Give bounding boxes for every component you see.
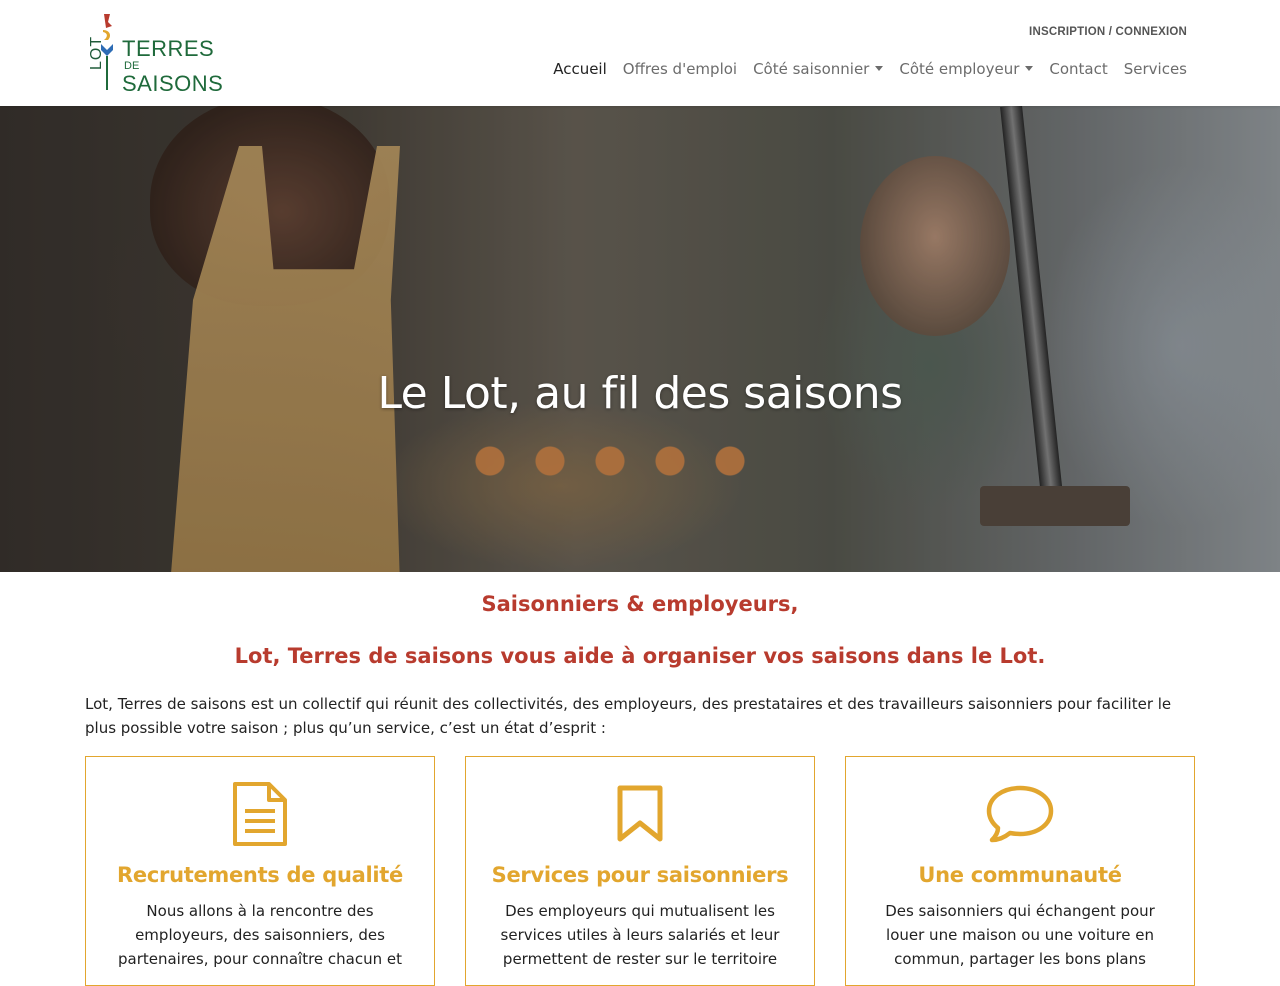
nav-item-contact[interactable]: Contact (1041, 58, 1115, 80)
hero-banner: Le Lot, au fil des saisons (0, 106, 1280, 572)
feature-card-communaute: Une communauté Des saisonniers qui échan… (845, 756, 1195, 986)
nav-item-label: Accueil (553, 60, 607, 78)
main-nav: Accueil Offres d'emploi Côté saisonnier … (545, 58, 1187, 80)
nav-item-services[interactable]: Services (1116, 58, 1187, 80)
nav-item-accueil[interactable]: Accueil (545, 58, 615, 80)
card-text: Nous allons à la rencontre des employeur… (117, 902, 402, 968)
site-header: LOT TERRES DE SAISONS INSCRIPTION / CONN… (0, 0, 1280, 106)
speech-bubble-icon (846, 779, 1194, 849)
login-register-link[interactable]: INSCRIPTION / CONNEXION (1029, 26, 1187, 38)
logo-wordmark: TERRES DE SAISONS (122, 38, 223, 95)
nav-item-label: Services (1123, 60, 1187, 78)
card-text: Des employeurs qui mutualisent les servi… (500, 902, 780, 968)
feature-card-recrutements: Recrutements de qualité Nous allons à la… (85, 756, 435, 986)
nav-item-label: Offres d'emploi (622, 60, 738, 78)
intro-heading-1: Saisonniers & employeurs, (481, 592, 799, 616)
card-title: Une communauté (918, 863, 1122, 887)
feature-card-services: Services pour saisonniers Des employeurs… (465, 756, 815, 986)
nav-item-cote-employeur[interactable]: Côté employeur (891, 58, 1041, 80)
hero-title: Le Lot, au fil des saisons (377, 368, 903, 419)
nav-item-label: Côté employeur (899, 60, 1020, 78)
bookmark-icon (466, 779, 814, 849)
nav-item-label: Contact (1049, 60, 1108, 78)
logo-mark-icon (101, 14, 113, 90)
card-title: Services pour saisonniers (491, 863, 789, 887)
nav-item-offres-emploi[interactable]: Offres d'emploi (615, 58, 745, 80)
card-text: Des saisonniers qui échangent pour louer… (885, 902, 1155, 968)
nav-item-label: Côté saisonnier (753, 60, 870, 78)
hero-overlay (0, 106, 1280, 572)
caret-down-icon (875, 66, 884, 71)
intro-paragraph: Lot, Terres de saisons est un collectif … (85, 695, 1172, 737)
card-title: Recrutements de qualité (117, 863, 403, 887)
logo-line-1: TERRES (122, 36, 215, 61)
caret-down-icon (1025, 66, 1034, 71)
intro-heading-2: Lot, Terres de saisons vous aide à organ… (234, 644, 1046, 668)
site-logo[interactable]: LOT TERRES DE SAISONS (88, 12, 223, 96)
logo-line-3: SAISONS (122, 71, 224, 96)
nav-item-cote-saisonnier[interactable]: Côté saisonnier (745, 58, 891, 80)
document-icon (86, 779, 434, 849)
